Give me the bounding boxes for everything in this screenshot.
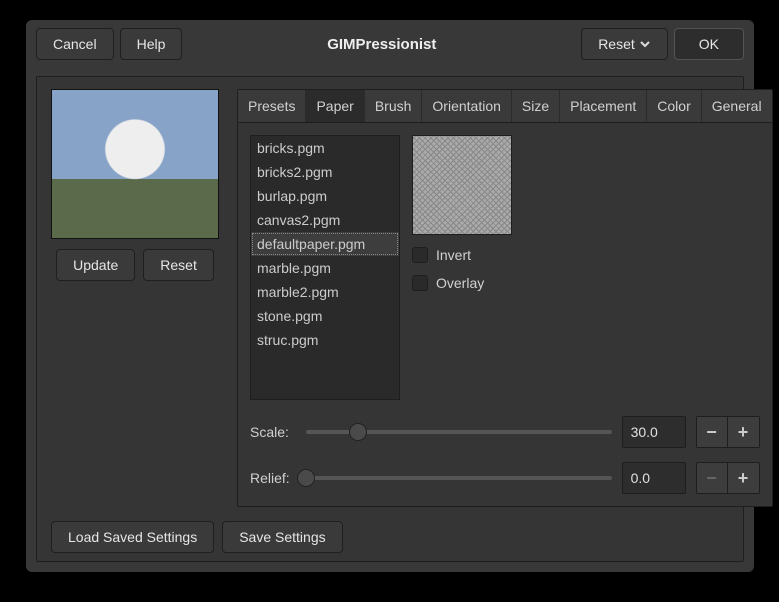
list-item[interactable]: marble.pgm: [251, 256, 399, 280]
relief-slider[interactable]: [306, 476, 612, 480]
list-item[interactable]: stone.pgm: [251, 304, 399, 328]
cancel-button[interactable]: Cancel: [36, 28, 114, 60]
dialog-title: GIMPressionist: [188, 36, 575, 53]
relief-decrement-button[interactable]: −: [696, 462, 728, 494]
help-button[interactable]: Help: [120, 28, 183, 60]
chevron-down-icon: [639, 38, 651, 50]
dialog-body: Update Reset PresetsPaperBrushOrientatio…: [36, 76, 744, 562]
tab-placement[interactable]: Placement: [560, 90, 647, 122]
tab-size[interactable]: Size: [512, 90, 560, 122]
update-button[interactable]: Update: [56, 249, 135, 281]
paper-list[interactable]: bricks.pgmbricks2.pgmburlap.pgmcanvas2.p…: [250, 135, 400, 400]
scale-increment-button[interactable]: +: [728, 416, 760, 448]
scale-label: Scale:: [250, 424, 296, 440]
tab-content-paper: bricks.pgmbricks2.pgmburlap.pgmcanvas2.p…: [238, 123, 772, 506]
list-item[interactable]: marble2.pgm: [251, 280, 399, 304]
list-item[interactable]: canvas2.pgm: [251, 208, 399, 232]
dialog-window: Cancel Help GIMPressionist Reset OK Upda…: [26, 20, 754, 572]
relief-slider-handle[interactable]: [297, 469, 315, 487]
titlebar: Cancel Help GIMPressionist Reset OK: [26, 20, 754, 72]
invert-checkbox-row[interactable]: Invert: [412, 247, 512, 263]
list-item[interactable]: struc.pgm: [251, 328, 399, 352]
tab-bar: PresetsPaperBrushOrientationSizePlacemen…: [238, 90, 772, 123]
list-item[interactable]: bricks2.pgm: [251, 160, 399, 184]
list-item[interactable]: burlap.pgm: [251, 184, 399, 208]
scale-slider-handle[interactable]: [349, 423, 367, 441]
list-item[interactable]: defaultpaper.pgm: [251, 232, 399, 256]
invert-label: Invert: [436, 247, 471, 263]
relief-label: Relief:: [250, 470, 296, 486]
list-item[interactable]: bricks.pgm: [251, 136, 399, 160]
paper-texture-preview: [412, 135, 512, 235]
reset-preview-button[interactable]: Reset: [143, 249, 214, 281]
relief-input[interactable]: [622, 462, 686, 494]
overlay-checkbox[interactable]: [412, 275, 428, 291]
relief-increment-button[interactable]: +: [728, 462, 760, 494]
relief-row: Relief: − +: [250, 462, 760, 494]
reset-menu-button[interactable]: Reset: [581, 28, 668, 60]
preview-column: Update Reset: [51, 89, 219, 507]
tab-color[interactable]: Color: [647, 90, 701, 122]
save-settings-button[interactable]: Save Settings: [222, 521, 342, 553]
tab-orientation[interactable]: Orientation: [422, 90, 511, 122]
tab-brush[interactable]: Brush: [365, 90, 423, 122]
settings-panel: PresetsPaperBrushOrientationSizePlacemen…: [237, 89, 773, 507]
scale-slider[interactable]: [306, 430, 612, 434]
scale-input[interactable]: [622, 416, 686, 448]
tab-paper[interactable]: Paper: [306, 90, 364, 122]
load-settings-button[interactable]: Load Saved Settings: [51, 521, 214, 553]
tab-general[interactable]: General: [702, 90, 772, 122]
preview-image: [51, 89, 219, 239]
bottom-buttons: Load Saved Settings Save Settings: [51, 521, 729, 553]
reset-menu-label: Reset: [598, 36, 635, 52]
ok-button[interactable]: OK: [674, 28, 744, 60]
scale-row: Scale: − +: [250, 416, 760, 448]
scale-decrement-button[interactable]: −: [696, 416, 728, 448]
overlay-label: Overlay: [436, 275, 484, 291]
tab-presets[interactable]: Presets: [238, 90, 306, 122]
invert-checkbox[interactable]: [412, 247, 428, 263]
overlay-checkbox-row[interactable]: Overlay: [412, 275, 512, 291]
